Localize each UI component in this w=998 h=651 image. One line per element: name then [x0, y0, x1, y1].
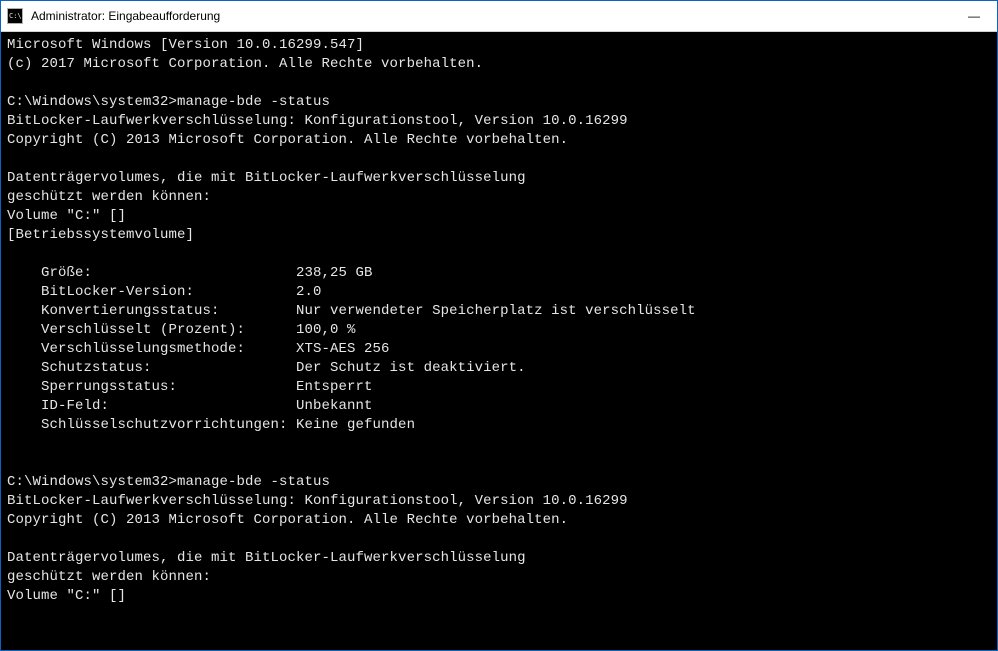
- field-lock-status: Sperrungsstatus: Entsperrt: [7, 378, 995, 397]
- field-prot-status: Schutzstatus: Der Schutz ist deaktiviert…: [7, 359, 995, 378]
- tool-header-line: BitLocker-Laufwerkverschlüsselung: Konfi…: [7, 112, 995, 131]
- tool-copyright-line: Copyright (C) 2013 Microsoft Corporation…: [7, 131, 995, 150]
- volume-label: Volume "C:" []: [7, 207, 995, 226]
- field-enc-pct: Verschlüsselt (Prozent): 100,0 %: [7, 321, 995, 340]
- command-text: manage-bde -status: [177, 474, 330, 490]
- prompt-path: C:\Windows\system32>: [7, 94, 177, 110]
- minimize-icon: —: [968, 9, 980, 23]
- terminal-output[interactable]: Microsoft Windows [Version 10.0.16299.54…: [1, 32, 997, 650]
- prompt-path: C:\Windows\system32>: [7, 474, 177, 490]
- field-id: ID-Feld: Unbekannt: [7, 397, 995, 416]
- titlebar[interactable]: C:\ Administrator: Eingabeaufforderung —: [1, 1, 997, 32]
- volumes-intro-1: Datenträgervolumes, die mit BitLocker-La…: [7, 169, 995, 188]
- volumes-intro-2: geschützt werden können:: [7, 188, 995, 207]
- prompt-line-1: C:\Windows\system32>manage-bde -status: [7, 93, 995, 112]
- field-keyprot: Schlüsselschutzvorrichtungen: Keine gefu…: [7, 416, 995, 435]
- window-title: Administrator: Eingabeaufforderung: [31, 9, 951, 23]
- tool-copyright-line-2: Copyright (C) 2013 Microsoft Corporation…: [7, 511, 995, 530]
- os-version-line: Microsoft Windows [Version 10.0.16299.54…: [7, 36, 995, 55]
- volume-type: [Betriebssystemvolume]: [7, 226, 995, 245]
- field-conv: Konvertierungsstatus: Nur verwendeter Sp…: [7, 302, 995, 321]
- command-text: manage-bde -status: [177, 94, 330, 110]
- field-version: BitLocker-Version: 2.0: [7, 283, 995, 302]
- svg-text:C:\: C:\: [9, 12, 22, 20]
- volume-label-2: Volume "C:" []: [7, 587, 995, 606]
- os-copyright-line: (c) 2017 Microsoft Corporation. Alle Rec…: [7, 55, 995, 74]
- minimize-button[interactable]: —: [951, 1, 997, 31]
- tool-header-line-2: BitLocker-Laufwerkverschlüsselung: Konfi…: [7, 492, 995, 511]
- field-enc-method: Verschlüsselungsmethode: XTS-AES 256: [7, 340, 995, 359]
- volumes-intro-1b: Datenträgervolumes, die mit BitLocker-La…: [7, 549, 995, 568]
- volumes-intro-2b: geschützt werden können:: [7, 568, 995, 587]
- prompt-line-2: C:\Windows\system32>manage-bde -status: [7, 473, 995, 492]
- field-size: Größe: 238,25 GB: [7, 264, 995, 283]
- cmd-icon: C:\: [7, 8, 23, 24]
- cmd-window: C:\ Administrator: Eingabeaufforderung —…: [0, 0, 998, 651]
- window-controls: —: [951, 1, 997, 31]
